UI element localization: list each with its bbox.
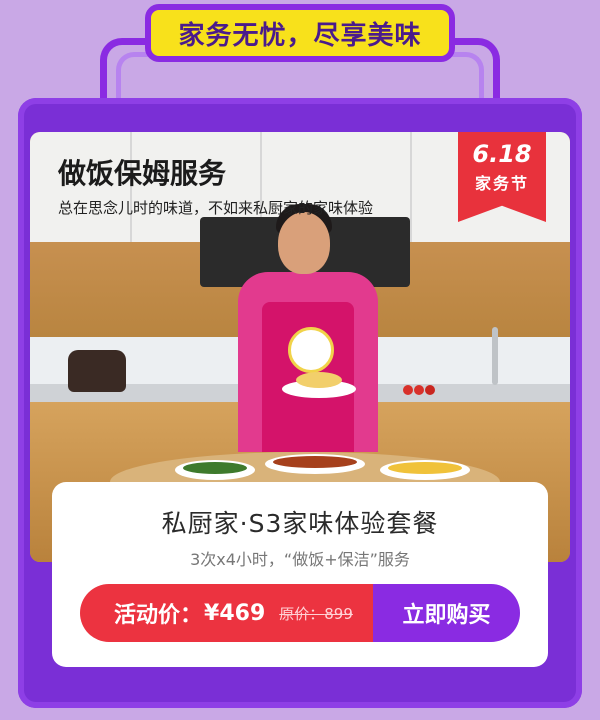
package-title: 私厨家·S3家味体验套餐 xyxy=(161,509,439,538)
apron-logo xyxy=(288,327,334,373)
offer-card: 私厨家·S3家味体验套餐 3次x4小时，“做饭+保洁”服务 活动价： ¥469 … xyxy=(52,482,548,667)
original-price-label: 原价： xyxy=(279,604,325,623)
dish-vegetables xyxy=(175,460,255,480)
badge-number: 6.18 xyxy=(472,140,532,168)
cabinet-divider xyxy=(410,132,412,242)
promo-price-value: ¥469 xyxy=(204,600,266,626)
rice-cooker xyxy=(68,350,126,392)
promo-price-label: 活动价： xyxy=(114,603,203,628)
price-section: 活动价： ¥469 原价：899 xyxy=(80,584,373,642)
chef-face xyxy=(278,212,330,274)
faucet xyxy=(492,327,498,385)
noodle-dish xyxy=(296,372,342,388)
slogan-banner: 家务无忧，尽享美味 xyxy=(145,4,455,62)
service-title: 做饭保姆服务 xyxy=(58,157,227,190)
original-price-value: 899 xyxy=(324,604,353,623)
slogan-text: 家务无忧，尽享美味 xyxy=(178,20,422,51)
package-subtitle: 3次x4小时，“做饭+保洁”服务 xyxy=(190,550,410,569)
buy-now-button[interactable]: 立即购买 xyxy=(373,584,520,642)
original-price: 原价：899 xyxy=(279,603,353,624)
dish-eggs xyxy=(380,460,470,480)
tomatoes xyxy=(403,385,435,395)
dish-meat xyxy=(265,454,365,474)
purchase-bar: 活动价： ¥469 原价：899 立即购买 xyxy=(80,584,520,642)
badge-label: 家务节 xyxy=(474,174,529,193)
service-subtitle: 总在思念儿时的味道，不如来私厨家的家味体验 xyxy=(58,199,374,217)
